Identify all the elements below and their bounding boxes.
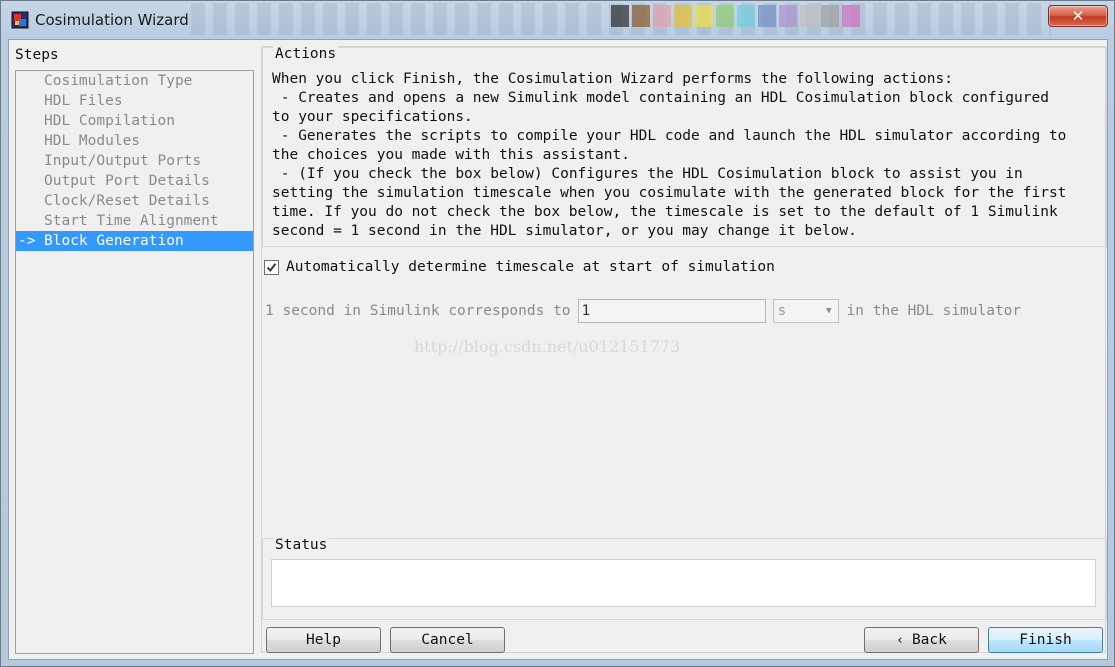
step-hdl-files[interactable]: HDL Files bbox=[16, 91, 253, 111]
step-block-generation[interactable]: -> Block Generation bbox=[16, 231, 253, 251]
step-hdl-compilation[interactable]: HDL Compilation bbox=[16, 111, 253, 131]
help-button-label: Help bbox=[306, 632, 341, 648]
window-title: Cosimulation Wizard bbox=[35, 11, 189, 29]
current-step-marker: -> bbox=[18, 233, 36, 249]
finish-button[interactable]: Finish bbox=[988, 627, 1103, 653]
auto-timescale-row[interactable]: Automatically determine timescale at sta… bbox=[264, 259, 775, 275]
back-button[interactable]: ‹ Back bbox=[864, 627, 979, 653]
timescale-unit-value: s bbox=[777, 303, 787, 319]
timescale-unit-select[interactable]: s ▼ bbox=[772, 299, 839, 323]
auto-timescale-label[interactable]: Automatically determine timescale at sta… bbox=[286, 259, 775, 275]
close-button[interactable]: ✕ bbox=[1048, 5, 1108, 27]
help-button[interactable]: Help bbox=[266, 627, 381, 653]
simulink-app-icon bbox=[11, 11, 29, 29]
timescale-suffix: in the HDL simulator bbox=[846, 303, 1022, 319]
chevron-down-icon: ▼ bbox=[826, 306, 832, 316]
step-hdl-modules[interactable]: HDL Modules bbox=[16, 131, 253, 151]
actions-group: Actions When you click Finish, the Cosim… bbox=[262, 46, 1107, 247]
title-bar: Cosimulation Wizard ✕ bbox=[1, 1, 1114, 39]
checkmark-icon bbox=[266, 262, 277, 272]
cancel-button-label: Cancel bbox=[421, 632, 474, 648]
timescale-row: 1 second in Simulink corresponds to 1 s … bbox=[265, 299, 1021, 323]
step-start-time-alignment[interactable]: Start Time Alignment bbox=[16, 211, 253, 231]
actions-title: Actions bbox=[273, 46, 339, 62]
wizard-window: Cosimulation Wizard ✕ Steps Cosimulation… bbox=[0, 0, 1115, 667]
back-button-label: Back bbox=[911, 632, 947, 648]
chevron-left-icon: ‹ bbox=[896, 632, 904, 648]
step-output-port-details[interactable]: Output Port Details bbox=[16, 171, 253, 191]
wizard-client-area: Steps Cosimulation Type HDL Files HDL Co… bbox=[8, 39, 1108, 660]
status-output bbox=[271, 559, 1096, 607]
auto-timescale-checkbox[interactable] bbox=[264, 259, 279, 275]
steps-list[interactable]: Cosimulation Type HDL Files HDL Compilat… bbox=[15, 70, 254, 654]
timescale-value-input[interactable]: 1 bbox=[577, 299, 766, 323]
finish-button-label: Finish bbox=[1019, 632, 1072, 648]
step-label: Block Generation bbox=[44, 233, 184, 249]
watermark: http://blog.csdn.net/u012151773 bbox=[414, 337, 681, 356]
step-cosimulation-type[interactable]: Cosimulation Type bbox=[16, 71, 253, 91]
close-icon: ✕ bbox=[1071, 7, 1085, 25]
step-input-output-ports[interactable]: Input/Output Ports bbox=[16, 151, 253, 171]
actions-description: When you click Finish, the Cosimulation … bbox=[272, 71, 1067, 239]
status-title: Status bbox=[273, 537, 330, 553]
content-panel: Actions When you click Finish, the Cosim… bbox=[261, 46, 1107, 653]
step-clock-reset-details[interactable]: Clock/Reset Details bbox=[16, 191, 253, 211]
cancel-button[interactable]: Cancel bbox=[390, 627, 505, 653]
status-group: Status bbox=[262, 537, 1107, 620]
timescale-prefix: 1 second in Simulink corresponds to bbox=[265, 303, 571, 319]
steps-heading: Steps bbox=[15, 47, 59, 63]
